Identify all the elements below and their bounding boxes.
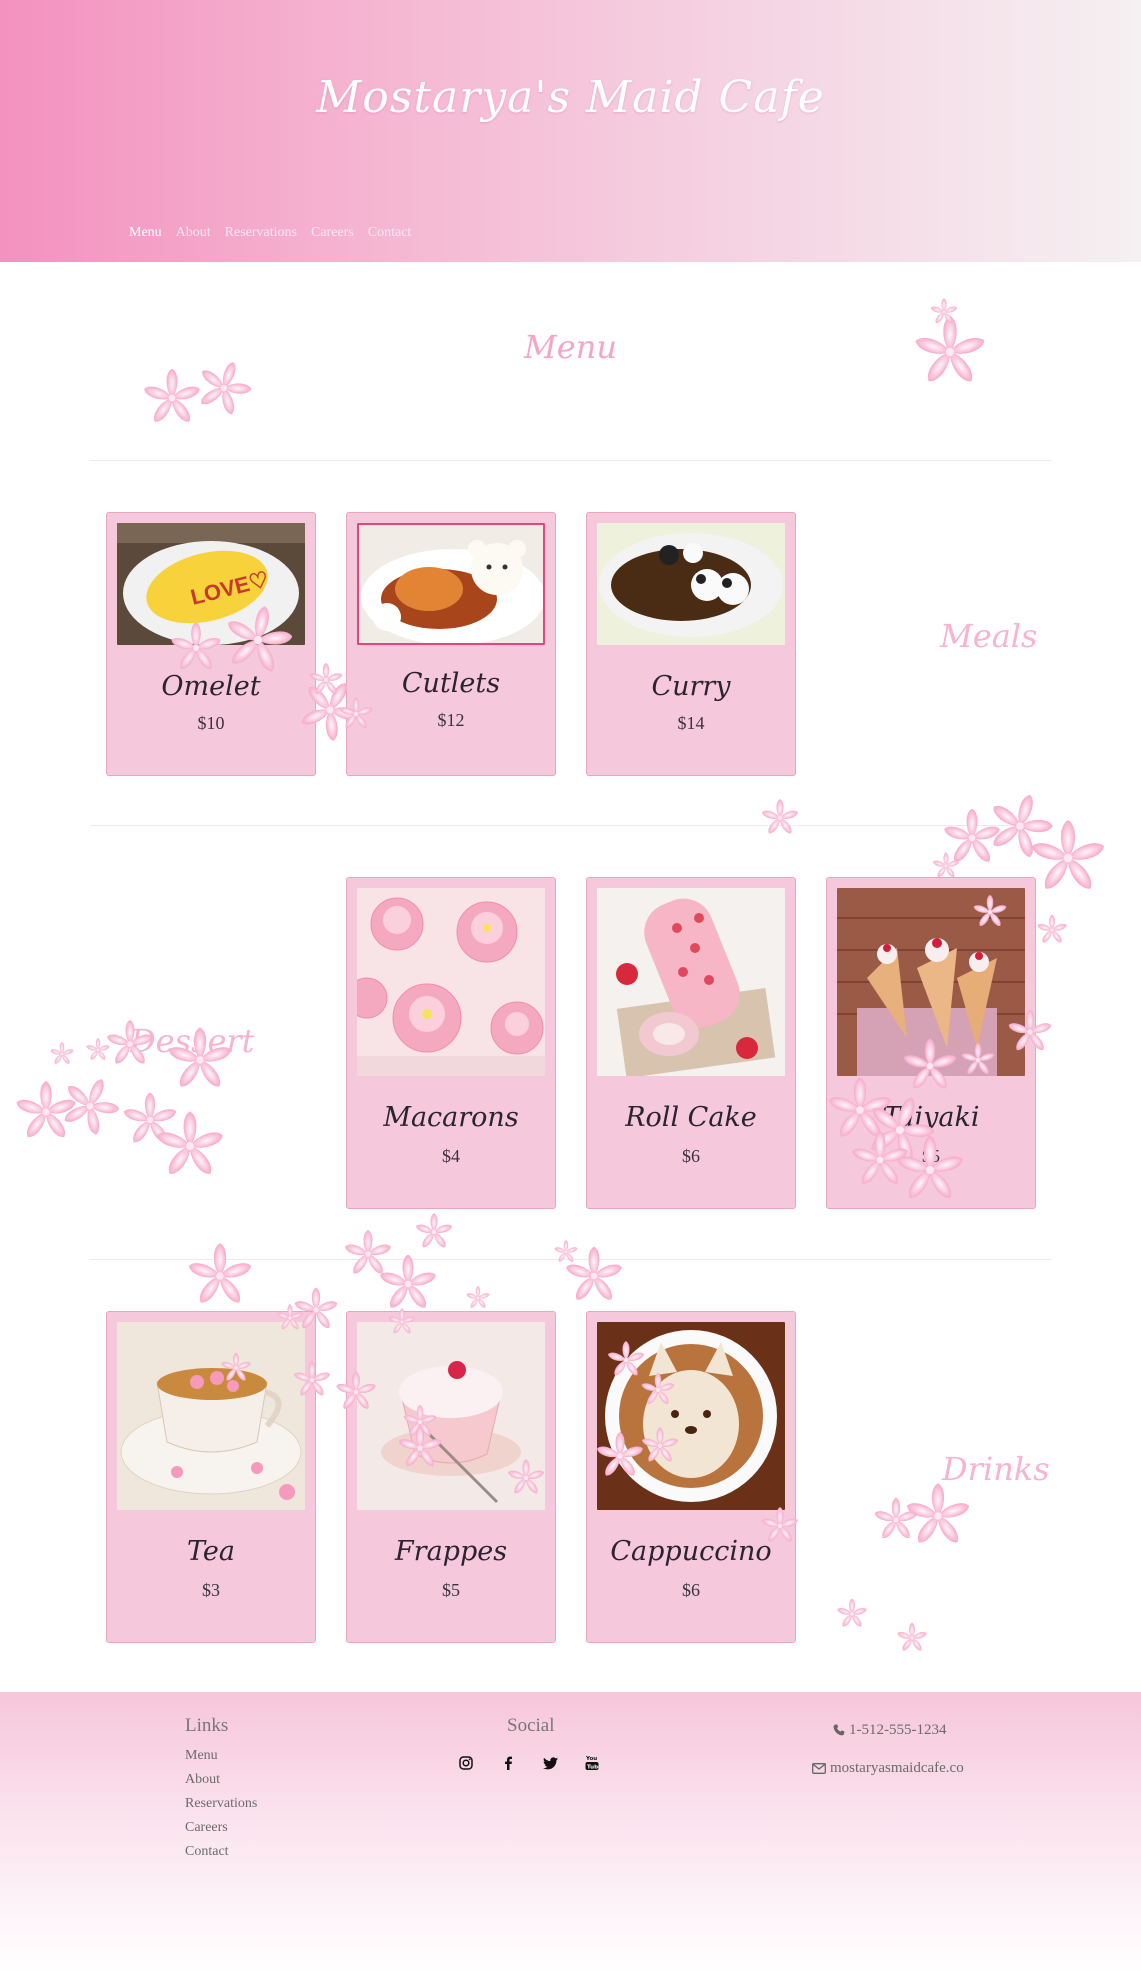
nav-item-menu[interactable]: Menu xyxy=(129,225,162,241)
youtube-icon[interactable]: You Tube xyxy=(583,1754,601,1772)
footer-link-about[interactable]: About xyxy=(185,1772,220,1788)
footer-link-reservations[interactable]: Reservations xyxy=(185,1796,257,1812)
menu-item-name: Curry xyxy=(651,671,731,702)
nav-item-contact[interactable]: Contact xyxy=(368,225,412,241)
cappuccino-photo xyxy=(597,1322,785,1510)
footer-links-heading: Links xyxy=(185,1715,229,1736)
cutlets-photo xyxy=(357,523,545,645)
twitter-icon[interactable] xyxy=(541,1754,559,1772)
menu-item-price: $6 xyxy=(682,1146,700,1166)
frappes-photo xyxy=(357,1322,545,1510)
drinks-label: Drinks xyxy=(942,1450,1050,1488)
menu-item-price: $6 xyxy=(682,1580,700,1600)
menu-item-name: Tea xyxy=(187,1536,235,1567)
roll-cake-photo xyxy=(597,888,785,1076)
menu-item-price: $10 xyxy=(197,713,225,733)
menu-item-price: $4 xyxy=(442,1146,460,1166)
menu-card-cutlets[interactable]: Cutlets $12 xyxy=(346,512,556,776)
taiyaki-photo xyxy=(837,888,1025,1076)
site-title: Mostarya's Maid Cafe xyxy=(316,72,825,123)
menu-heading: Menu xyxy=(524,328,617,366)
menu-item-price: $14 xyxy=(677,713,705,733)
menu-item-name: Taiyaki xyxy=(882,1102,980,1133)
menu-item-name: Omelet xyxy=(161,671,261,702)
menu-item-name: Roll Cake xyxy=(625,1102,757,1133)
facebook-icon[interactable] xyxy=(499,1754,517,1772)
nav-item-about[interactable]: About xyxy=(176,225,211,241)
footer-link-careers[interactable]: Careers xyxy=(185,1820,228,1836)
footer-link-menu[interactable]: Menu xyxy=(185,1748,218,1764)
footer-social-heading: Social xyxy=(507,1715,555,1736)
meals-label: Meals xyxy=(940,617,1038,655)
menu-item-price: $5 xyxy=(442,1580,460,1600)
menu-card-cappuccino[interactable]: Cappuccino $6 xyxy=(586,1311,796,1643)
menu-item-name: Cutlets xyxy=(401,668,501,699)
svg-text:Tube: Tube xyxy=(587,1765,599,1771)
envelope-icon xyxy=(812,1763,826,1774)
menu-item-price: $12 xyxy=(437,710,465,730)
menu-item-name: Cappuccino xyxy=(610,1536,772,1567)
menu-card-macarons[interactable]: Macarons $4 xyxy=(346,877,556,1209)
footer-link-contact[interactable]: Contact xyxy=(185,1844,229,1860)
phone-line: 1-512-555-1234 xyxy=(833,1722,947,1739)
menu-item-price: $3 xyxy=(202,1580,220,1600)
email-address[interactable]: mostaryasmaidcafe.co xyxy=(830,1760,964,1776)
main-nav: Menu About Reservations Careers Contact xyxy=(129,225,425,241)
tea-photo xyxy=(117,1322,305,1510)
section-divider xyxy=(90,825,1052,826)
menu-card-omelet[interactable]: LOVE♡ Omelet $10 xyxy=(106,512,316,776)
instagram-icon[interactable] xyxy=(457,1754,475,1772)
menu-item-price: $5 xyxy=(922,1146,940,1166)
menu-card-tea[interactable]: Tea $3 xyxy=(106,1311,316,1643)
svg-text:You: You xyxy=(585,1756,597,1762)
nav-item-careers[interactable]: Careers xyxy=(311,225,354,241)
menu-card-taiyaki[interactable]: Taiyaki $5 xyxy=(826,877,1036,1209)
curry-photo xyxy=(597,523,785,645)
menu-item-name: Frappes xyxy=(394,1536,508,1567)
section-divider xyxy=(90,460,1052,461)
nav-item-reservations[interactable]: Reservations xyxy=(225,225,297,241)
omelet-photo: LOVE♡ xyxy=(117,523,305,645)
menu-item-name: Macarons xyxy=(383,1102,519,1133)
dessert-label: Dessert xyxy=(130,1022,255,1060)
site-header: Mostarya's Maid Cafe Menu About Reservat… xyxy=(0,0,1141,262)
site-footer: Links Menu About Reservations Careers Co… xyxy=(0,1692,1141,1973)
menu-card-curry[interactable]: Curry $14 xyxy=(586,512,796,776)
email-line: mostaryasmaidcafe.co xyxy=(812,1760,964,1777)
menu-card-frappes[interactable]: Frappes $5 xyxy=(346,1311,556,1643)
macarons-photo xyxy=(357,888,545,1076)
section-divider xyxy=(90,1259,1052,1260)
menu-card-roll-cake[interactable]: Roll Cake $6 xyxy=(586,877,796,1209)
phone-number: 1-512-555-1234 xyxy=(849,1722,947,1738)
phone-icon xyxy=(833,1724,845,1736)
